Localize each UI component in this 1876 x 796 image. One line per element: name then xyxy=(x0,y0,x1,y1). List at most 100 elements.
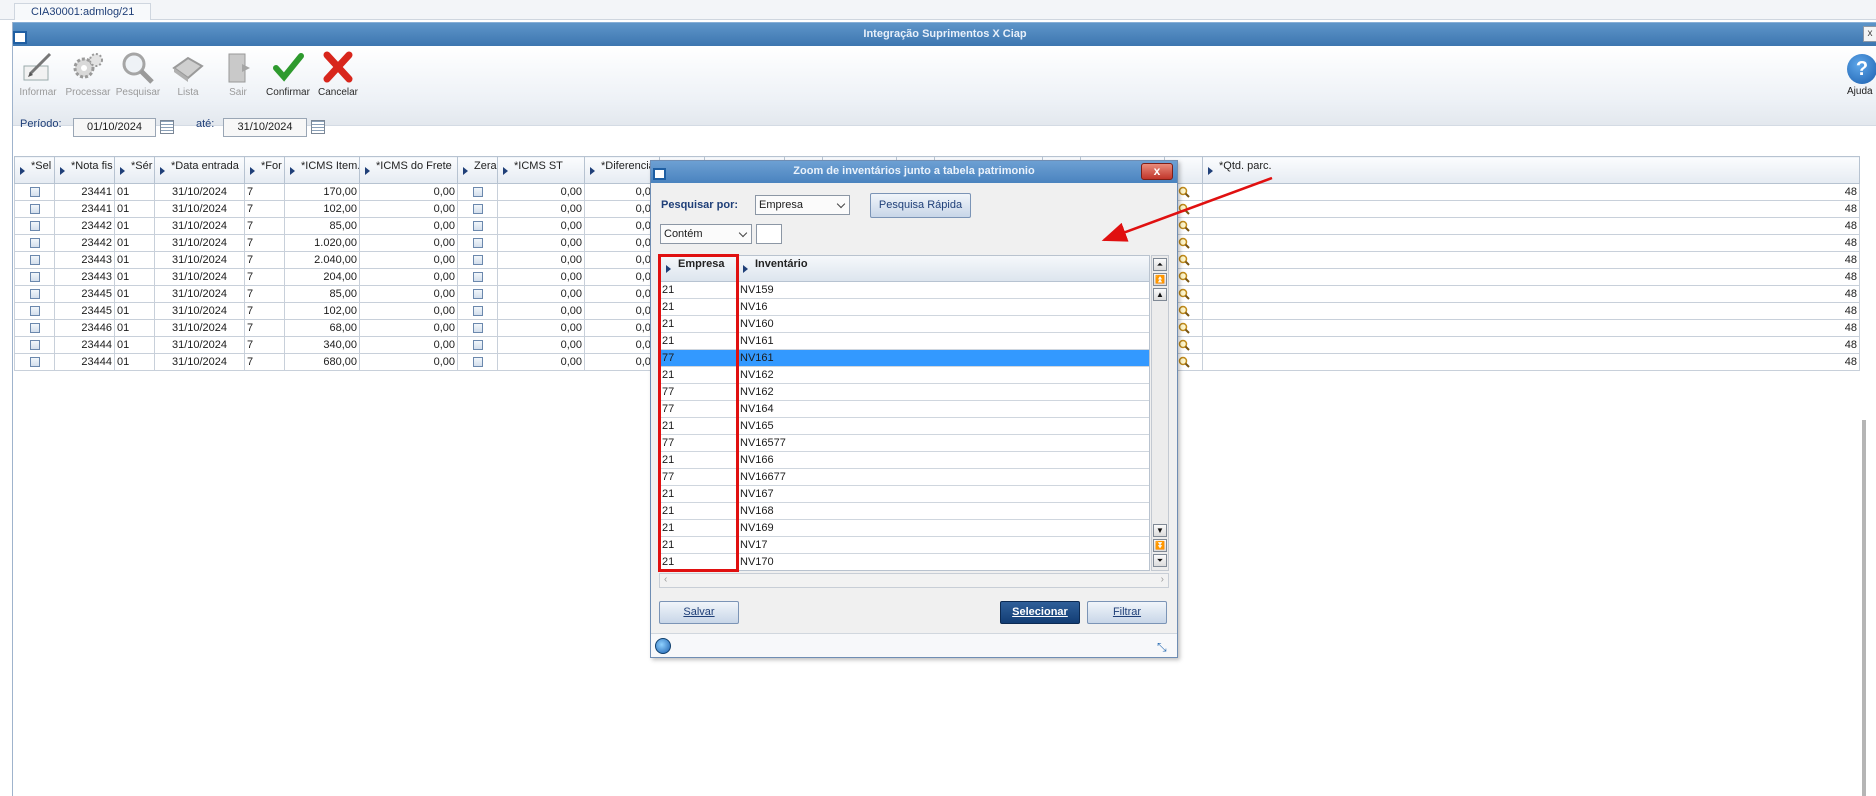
cell-nota[interactable]: 23442 xyxy=(54,217,115,235)
cell-st[interactable]: 0,00 xyxy=(497,285,585,303)
cell-forn[interactable]: 7 xyxy=(244,302,285,320)
cell-nota[interactable]: 23441 xyxy=(54,183,115,201)
scroll-up-icon[interactable]: ▲ xyxy=(1153,288,1167,301)
row-checkbox-cell[interactable] xyxy=(457,336,498,354)
checkbox-icon[interactable] xyxy=(472,187,483,198)
checkbox-icon[interactable] xyxy=(29,255,40,266)
cell-frete[interactable]: 0,00 xyxy=(359,285,458,303)
cell-qtd[interactable]: 48 xyxy=(1202,183,1860,201)
scroll-page-down-icon[interactable]: ⏬ xyxy=(1153,539,1167,552)
period-start-input[interactable]: 01/10/2024 xyxy=(73,118,156,137)
sair-button[interactable]: Sair xyxy=(215,50,261,98)
row-checkbox-cell[interactable] xyxy=(14,217,55,235)
cell-frete[interactable]: 0,00 xyxy=(359,319,458,337)
checkbox-icon[interactable] xyxy=(29,238,40,249)
checkbox-icon[interactable] xyxy=(472,204,483,215)
cell-nota[interactable]: 23442 xyxy=(54,234,115,252)
checkbox-icon[interactable] xyxy=(29,221,40,232)
cell-forn[interactable]: 7 xyxy=(244,285,285,303)
row-checkbox-cell[interactable] xyxy=(14,302,55,320)
checkbox-icon[interactable] xyxy=(472,289,483,300)
cell-forn[interactable]: 7 xyxy=(244,217,285,235)
col-header-4[interactable]: *Data entrada xyxy=(154,156,245,184)
cell-serie[interactable]: 01 xyxy=(114,285,155,303)
window-close-button[interactable]: x xyxy=(1863,26,1876,42)
scroll-left-icon[interactable]: ‹ xyxy=(664,574,667,585)
cell-frete[interactable]: 0,00 xyxy=(359,183,458,201)
cell-frete[interactable]: 0,00 xyxy=(359,251,458,269)
cell-serie[interactable]: 01 xyxy=(114,353,155,371)
col-header-5[interactable]: *For xyxy=(244,156,285,184)
cell-nota[interactable]: 23441 xyxy=(54,200,115,218)
row-checkbox-cell[interactable] xyxy=(457,302,498,320)
row-checkbox-cell[interactable] xyxy=(14,200,55,218)
pesquisar-button[interactable]: Pesquisar xyxy=(115,50,161,98)
cell-serie[interactable]: 01 xyxy=(114,302,155,320)
cell-data[interactable]: 31/10/2024 xyxy=(154,353,245,371)
cell-forn[interactable]: 7 xyxy=(244,183,285,201)
checkbox-icon[interactable] xyxy=(29,340,40,351)
cell-forn[interactable]: 7 xyxy=(244,268,285,286)
cell-st[interactable]: 0,00 xyxy=(497,217,585,235)
cell-serie[interactable]: 01 xyxy=(114,319,155,337)
magnifier-icon[interactable] xyxy=(1178,220,1190,232)
cell-forn[interactable]: 7 xyxy=(244,251,285,269)
row-checkbox-cell[interactable] xyxy=(14,268,55,286)
row-checkbox-cell[interactable] xyxy=(14,319,55,337)
cell-nota[interactable]: 23443 xyxy=(54,251,115,269)
cell-st[interactable]: 0,00 xyxy=(497,336,585,354)
confirmar-button[interactable]: Confirmar xyxy=(265,50,311,98)
checkbox-icon[interactable] xyxy=(29,272,40,283)
cell-st[interactable]: 0,00 xyxy=(497,200,585,218)
cell-frete[interactable]: 0,00 xyxy=(359,302,458,320)
ajuda-button[interactable]: ? Ajuda xyxy=(1847,54,1876,97)
col-header-1[interactable]: *Sel xyxy=(14,156,55,184)
checkbox-icon[interactable] xyxy=(29,357,40,368)
processar-button[interactable]: Processar xyxy=(65,50,111,98)
cell-data[interactable]: 31/10/2024 xyxy=(154,319,245,337)
col-header-3[interactable]: *Sér xyxy=(114,156,155,184)
cell-data[interactable]: 31/10/2024 xyxy=(154,200,245,218)
cell-data[interactable]: 31/10/2024 xyxy=(154,234,245,252)
cell-icms[interactable]: 102,00 xyxy=(284,302,360,320)
cell-data[interactable]: 31/10/2024 xyxy=(154,336,245,354)
magnifier-icon[interactable] xyxy=(1178,271,1190,283)
cell-forn[interactable]: 7 xyxy=(244,336,285,354)
col-header-10[interactable]: *Diferencia xyxy=(584,156,660,184)
cell-qtd[interactable]: 48 xyxy=(1202,302,1860,320)
cell-serie[interactable]: 01 xyxy=(114,183,155,201)
magnifier-icon[interactable] xyxy=(1178,254,1190,266)
dialog-close-button[interactable]: x xyxy=(1141,163,1173,180)
cancelar-button[interactable]: Cancelar xyxy=(315,50,361,98)
scroll-page-up-icon[interactable]: ⏫ xyxy=(1153,273,1167,286)
cell-qtd[interactable]: 48 xyxy=(1202,319,1860,337)
cell-serie[interactable]: 01 xyxy=(114,268,155,286)
checkbox-icon[interactable] xyxy=(472,221,483,232)
row-checkbox-cell[interactable] xyxy=(457,251,498,269)
cell-nota[interactable]: 23444 xyxy=(54,336,115,354)
checkbox-icon[interactable] xyxy=(472,306,483,317)
cell-st[interactable]: 0,00 xyxy=(497,302,585,320)
checkbox-icon[interactable] xyxy=(472,357,483,368)
cell-nota[interactable]: 23446 xyxy=(54,319,115,337)
cell-frete[interactable]: 0,00 xyxy=(359,217,458,235)
checkbox-icon[interactable] xyxy=(29,289,40,300)
row-checkbox-cell[interactable] xyxy=(457,183,498,201)
cell-data[interactable]: 31/10/2024 xyxy=(154,183,245,201)
cell-st[interactable]: 0,00 xyxy=(497,183,585,201)
cell-icms[interactable]: 85,00 xyxy=(284,217,360,235)
cell-nota[interactable]: 23443 xyxy=(54,268,115,286)
checkbox-icon[interactable] xyxy=(472,255,483,266)
magnifier-icon[interactable] xyxy=(1178,186,1190,198)
cell-st[interactable]: 0,00 xyxy=(497,251,585,269)
magnifier-icon[interactable] xyxy=(1178,288,1190,300)
cell-qtd[interactable]: 48 xyxy=(1202,353,1860,371)
cell-nota[interactable]: 23444 xyxy=(54,353,115,371)
checkbox-icon[interactable] xyxy=(29,187,40,198)
row-checkbox-cell[interactable] xyxy=(457,353,498,371)
filtrar-button[interactable]: Filtrar xyxy=(1087,601,1167,624)
cell-st[interactable]: 0,00 xyxy=(497,234,585,252)
cell-icms[interactable]: 170,00 xyxy=(284,183,360,201)
calendar-icon[interactable] xyxy=(160,120,174,134)
checkbox-icon[interactable] xyxy=(29,323,40,334)
